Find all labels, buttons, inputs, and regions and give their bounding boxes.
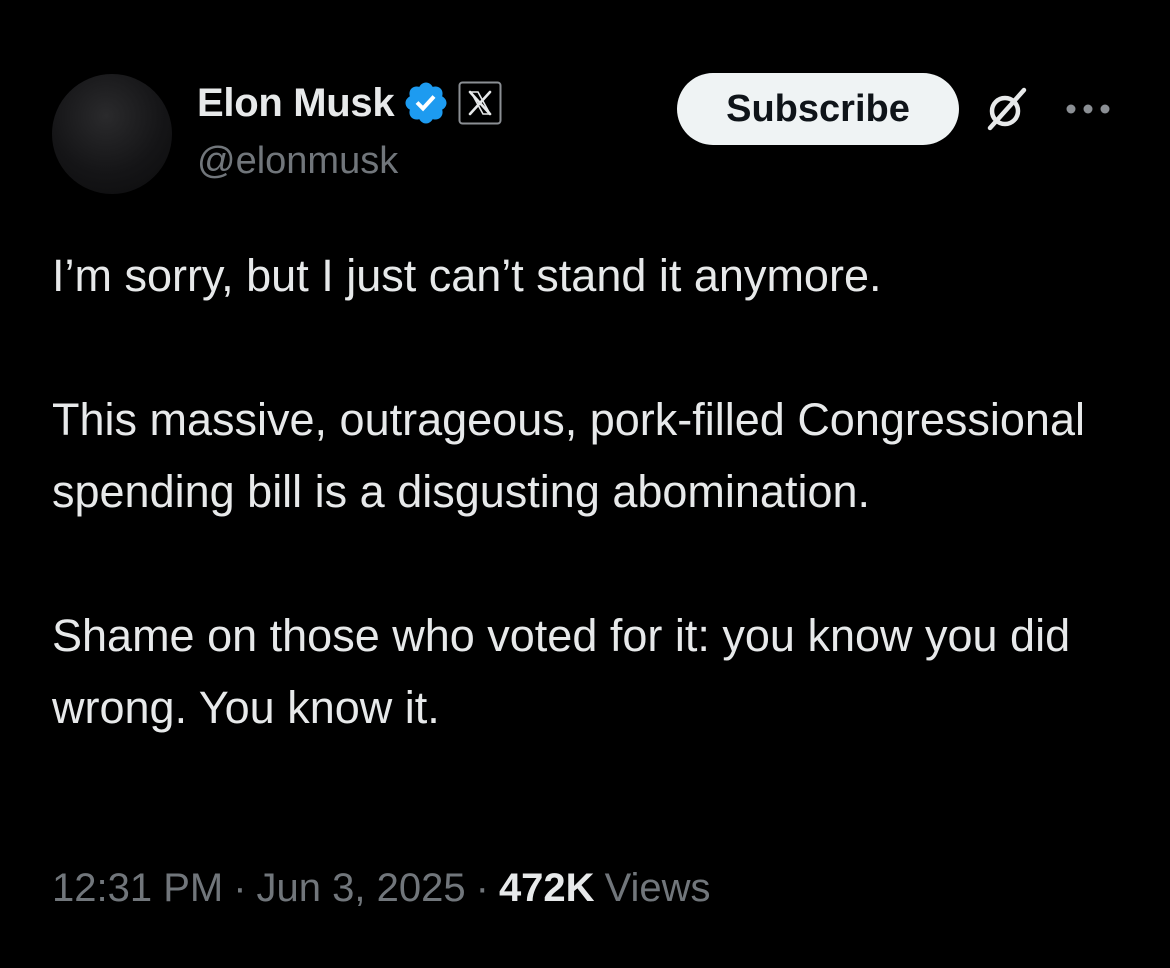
meta-separator: · xyxy=(233,866,247,910)
verified-badge-icon[interactable] xyxy=(402,79,450,127)
author-display-name[interactable]: Elon Musk xyxy=(197,81,395,126)
author-name-row: Elon Musk xyxy=(197,78,502,128)
tweet-card: Elon Musk @elonmusk Subscribe I’m sorry,… xyxy=(0,0,1170,968)
x-logo-icon[interactable] xyxy=(458,81,502,125)
grok-icon[interactable] xyxy=(984,86,1030,132)
avatar[interactable] xyxy=(52,74,172,194)
subscribe-button[interactable]: Subscribe xyxy=(677,73,959,145)
author-handle[interactable]: @elonmusk xyxy=(197,140,398,183)
tweet-paragraph: I’m sorry, but I just can’t stand it any… xyxy=(52,250,882,301)
tweet-date[interactable]: Jun 3, 2025 xyxy=(257,866,466,911)
tweet-text: I’m sorry, but I just can’t stand it any… xyxy=(52,240,1132,744)
tweet-paragraph: Shame on those who voted for it: you kno… xyxy=(52,610,1071,733)
more-horizontal-icon[interactable] xyxy=(1064,98,1112,120)
tweet-meta: 12:31 PM · Jun 3, 2025 · 472K Views xyxy=(52,866,711,911)
meta-separator: · xyxy=(475,866,489,910)
tweet-time[interactable]: 12:31 PM xyxy=(52,866,223,911)
tweet-paragraph: This massive, outrageous, pork-filled Co… xyxy=(52,394,1085,517)
views-count[interactable]: 472K xyxy=(499,866,595,911)
views-label[interactable]: Views xyxy=(605,866,711,911)
